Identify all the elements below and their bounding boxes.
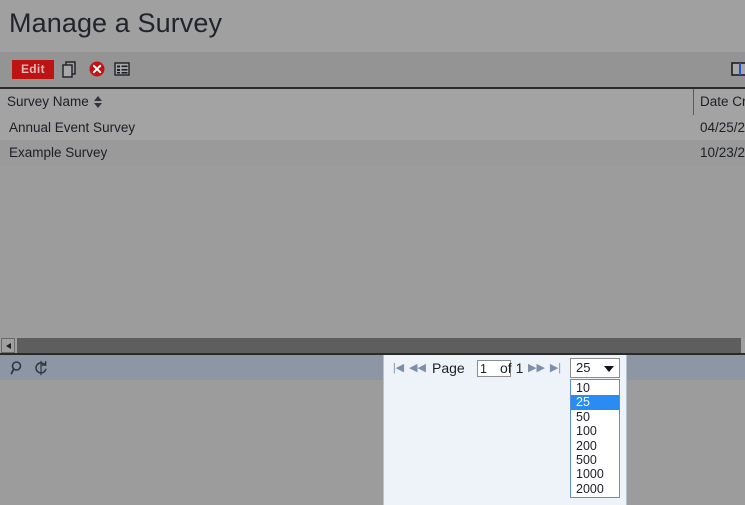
cell-survey-name: Annual Event Survey: [9, 120, 136, 135]
bottom-right-background: [626, 380, 745, 505]
table-row[interactable]: Annual Event Survey 04/25/2: [0, 115, 745, 140]
previous-page-button[interactable]: ◀◀: [409, 362, 426, 375]
toolbar: Edit: [0, 52, 745, 89]
page-size-option[interactable]: 500: [571, 453, 619, 467]
page-size-dropdown[interactable]: 25 10 25 50 100 200 500 1000 2000: [570, 358, 620, 499]
pagination-panel: |◀ ◀◀ Page of 1 ▶▶ ▶| 25 102550100200500…: [383, 355, 627, 505]
chevron-down-icon[interactable]: [604, 366, 614, 372]
page-size-option[interactable]: 10: [571, 381, 619, 395]
page-label: Page: [432, 360, 465, 376]
grid-body: Annual Event Survey 04/25/2 Example Surv…: [0, 115, 745, 331]
page-size-option[interactable]: 1000: [571, 467, 619, 481]
next-page-button[interactable]: ▶▶: [528, 362, 545, 375]
bottom-left-background: [0, 380, 383, 505]
title-bar: Manage a Survey: [0, 0, 745, 52]
page-size-option[interactable]: 2000: [571, 482, 619, 496]
page-size-select-box[interactable]: 25: [570, 358, 620, 378]
column-header-survey-name[interactable]: Survey Name: [7, 89, 103, 115]
pagination-bar: |◀ ◀◀ Page of 1 ▶▶ ▶| 25 102550100200500…: [384, 355, 626, 499]
sort-arrows-icon[interactable]: [93, 96, 103, 108]
search-icon[interactable]: [10, 360, 26, 376]
page-size-option[interactable]: 50: [571, 410, 619, 424]
application-window: Manage a Survey Edit Survey Name Date Cr…: [0, 0, 745, 505]
edit-button[interactable]: Edit: [12, 60, 54, 79]
page-size-option[interactable]: 200: [571, 439, 619, 453]
page-size-option[interactable]: 100: [571, 424, 619, 438]
horizontal-scrollbar[interactable]: [0, 338, 745, 355]
page-size-selected-value: 25: [576, 360, 591, 375]
delete-icon[interactable]: [87, 59, 107, 79]
page-size-option-list[interactable]: 10 25 50 100 200 500 1000 2000: [570, 379, 620, 499]
copy-icon[interactable]: [60, 59, 80, 79]
columns-icon[interactable]: [731, 59, 745, 79]
column-header-date-created[interactable]: Date Cr: [700, 89, 745, 115]
page-total-label: of 1: [500, 360, 524, 376]
page-size-option[interactable]: 25: [571, 395, 619, 410]
last-page-button[interactable]: ▶|: [548, 362, 563, 375]
column-header-survey-name-label: Survey Name: [7, 94, 89, 109]
first-page-button[interactable]: |◀: [391, 362, 406, 375]
cell-survey-name: Example Survey: [9, 145, 108, 160]
cell-date-created: 10/23/2: [700, 145, 745, 160]
refresh-icon[interactable]: [33, 360, 49, 376]
horizontal-scrollbar-thumb[interactable]: [17, 338, 741, 353]
table-row[interactable]: Example Survey 10/23/2: [0, 140, 745, 165]
footer-right-background: [626, 355, 745, 380]
scroll-left-arrow-icon[interactable]: [1, 338, 15, 353]
cell-date-created: 04/25/2: [700, 120, 745, 135]
page-title: Manage a Survey: [9, 8, 223, 38]
list-icon[interactable]: [112, 59, 132, 79]
grid-header-row: Survey Name Date Cr: [0, 89, 745, 116]
